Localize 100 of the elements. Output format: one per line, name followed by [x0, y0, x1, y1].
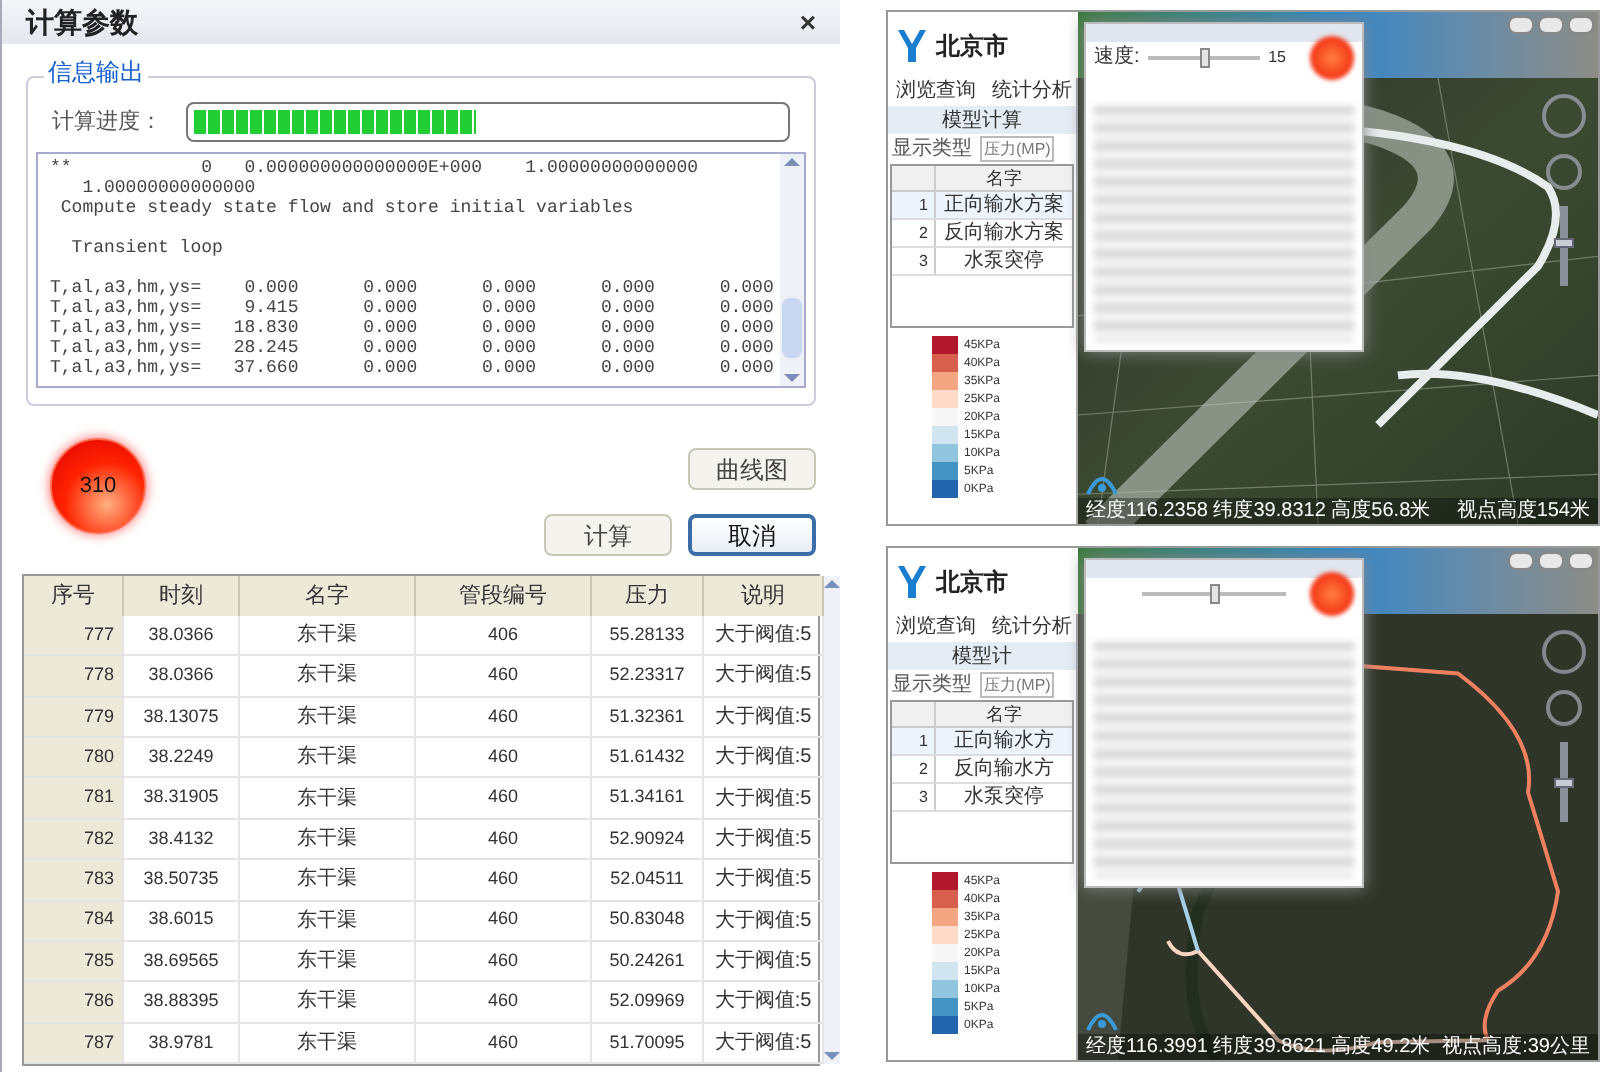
- close-icon[interactable]: [1568, 552, 1594, 570]
- table-cell: 38.9781: [124, 1023, 240, 1062]
- display-type-select[interactable]: 压力(MP): [980, 672, 1055, 698]
- table-cell: 50.83048: [592, 901, 704, 940]
- table-cell: 784: [24, 901, 124, 940]
- scheme-name: 正向输水方: [952, 728, 1056, 754]
- table-cell: 460: [416, 860, 592, 899]
- maximize-icon[interactable]: [1538, 552, 1564, 570]
- menu-item[interactable]: 浏览查询: [896, 82, 976, 102]
- table-cell: 460: [416, 901, 592, 940]
- speed-slider-thumb[interactable]: [1199, 48, 1210, 68]
- menu-item[interactable]: 浏览查询: [896, 618, 976, 638]
- app-title: 北京市: [936, 565, 1008, 599]
- minimize-icon[interactable]: [1508, 16, 1534, 34]
- scheme-name: 反向输水方案: [942, 220, 1066, 246]
- log-line: T,al,a3,hm,ys= 0.000 0.000 0.000 0.000 0.000: [50, 278, 768, 298]
- logo-icon: [896, 27, 928, 63]
- close-icon[interactable]: [1568, 16, 1594, 34]
- table-cell: 38.13075: [124, 697, 240, 736]
- column-header[interactable]: 名字: [240, 576, 416, 616]
- dialog-button[interactable]: 取消: [688, 514, 816, 556]
- table-cell: 786: [24, 982, 124, 1022]
- company-logo-icon: [1086, 472, 1118, 496]
- minimize-icon[interactable]: [1508, 552, 1534, 570]
- list-row[interactable]: 3 水泵突停: [892, 248, 1072, 276]
- log-line: ** 0 0.000000000000000E+000 1.00000000000000: [50, 158, 701, 178]
- close-button[interactable]: ×: [799, 8, 816, 36]
- log-line: T,al,a3,hm,ys= 18.830 0.000 0.000 0.000 0.000: [50, 318, 768, 338]
- list-row[interactable]: 2 反向输水方案: [892, 220, 1072, 248]
- pan-control-icon[interactable]: [1546, 154, 1582, 190]
- table-cell: 781: [24, 778, 124, 818]
- list-row[interactable]: 1 正向输水方案: [892, 192, 1072, 220]
- zoom-slider-thumb[interactable]: [1554, 777, 1574, 787]
- table-cell: 52.09969: [592, 982, 704, 1022]
- log-line: T,al,a3,hm,ys= 28.245 0.000 0.000 0.000 0.000: [50, 338, 768, 358]
- scrollbar[interactable]: [780, 154, 804, 386]
- table-cell: 460: [416, 738, 592, 777]
- status-indicator: [1310, 572, 1354, 616]
- scrollbar[interactable]: [824, 576, 840, 1064]
- row-index: 3: [892, 784, 936, 810]
- menu-item[interactable]: 统计分析: [992, 618, 1072, 638]
- company-logo-icon: [1086, 1008, 1118, 1032]
- column-header[interactable]: 管段编号: [416, 576, 592, 616]
- log-line: Transient loop: [69, 238, 225, 258]
- dialog-button[interactable]: 计算: [544, 514, 672, 556]
- table-cell: 783: [24, 860, 124, 899]
- zoom-slider-thumb[interactable]: [1554, 237, 1574, 248]
- scroll-thumb[interactable]: [782, 298, 802, 358]
- list-row[interactable]: 2 反向输水方: [892, 756, 1072, 784]
- scroll-up-icon[interactable]: [824, 580, 840, 588]
- table-cell: 51.34161: [592, 778, 704, 818]
- scheme-name: 水泵突停: [962, 248, 1046, 274]
- display-type-select[interactable]: 压力(MP): [980, 136, 1055, 162]
- viewpoint-height: 视点高度154米: [1456, 501, 1590, 521]
- table-cell: 50.24261: [592, 941, 704, 981]
- table-cell: 460: [416, 982, 592, 1022]
- compass-icon[interactable]: [1542, 630, 1586, 674]
- row-index: 2: [892, 756, 936, 782]
- table-cell: 东干渠: [240, 819, 416, 859]
- scroll-up-icon[interactable]: [784, 158, 800, 166]
- speed-slider-thumb[interactable]: [1210, 584, 1220, 604]
- window-title: 计算参数: [26, 3, 138, 41]
- table-cell: 779: [24, 697, 124, 736]
- progress-label: 计算进度：: [52, 107, 162, 138]
- list-row[interactable]: 1 正向输水方: [892, 728, 1072, 756]
- row-index: 2: [892, 220, 936, 246]
- column-header[interactable]: 时刻: [124, 576, 240, 616]
- speed-label: 速度:: [1094, 48, 1140, 68]
- dialog-button[interactable]: 曲线图: [688, 448, 816, 490]
- table-cell: 460: [416, 656, 592, 696]
- table-cell: 460: [416, 819, 592, 859]
- table-cell: 38.69565: [124, 941, 240, 981]
- display-type-label: 显示类型: [892, 675, 972, 695]
- table-cell: 778: [24, 656, 124, 696]
- compass-icon[interactable]: [1542, 94, 1586, 138]
- table-cell: 52.90924: [592, 819, 704, 859]
- table-cell: 52.04511: [592, 860, 704, 899]
- table-cell: 460: [416, 697, 592, 736]
- table-cell: 460: [416, 1023, 592, 1062]
- maximize-icon[interactable]: [1538, 16, 1564, 34]
- menu-item[interactable]: 统计分析: [992, 82, 1072, 102]
- panel-title: 模型计: [888, 642, 1076, 670]
- table-cell: 东干渠: [240, 656, 416, 696]
- scroll-down-icon[interactable]: [784, 374, 800, 382]
- table-cell: 东干渠: [240, 860, 416, 899]
- table-cell: 782: [24, 819, 124, 859]
- table-cell: 780: [24, 738, 124, 777]
- table-cell: 460: [416, 778, 592, 818]
- logo-icon: [896, 563, 928, 599]
- log-line: Compute steady state flow and store initial variables: [58, 198, 636, 218]
- column-header[interactable]: 压力: [592, 576, 704, 616]
- pan-control-icon[interactable]: [1546, 690, 1582, 726]
- table-cell: 406: [416, 615, 592, 655]
- log-line: 1.00000000000000: [80, 178, 258, 198]
- scroll-down-icon[interactable]: [824, 1052, 840, 1060]
- list-row[interactable]: 3 水泵突停: [892, 784, 1072, 812]
- status-indicator: [1310, 36, 1354, 80]
- table-cell: 52.23317: [592, 656, 704, 696]
- table-cell: 东干渠: [240, 982, 416, 1022]
- scheme-name: 水泵突停: [962, 784, 1046, 810]
